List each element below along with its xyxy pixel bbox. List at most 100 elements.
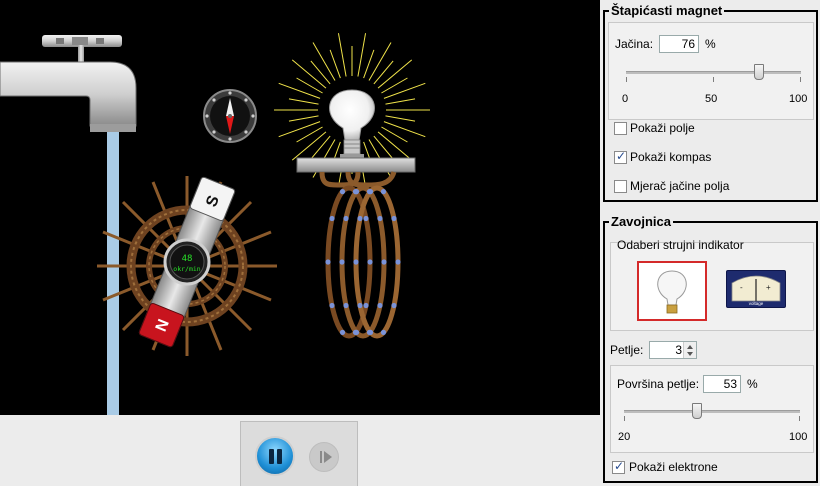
- show-field-checkbox[interactable]: [614, 122, 627, 135]
- simulation-canvas[interactable]: S N 48 okr/min: [0, 0, 600, 415]
- light-ray: [291, 131, 327, 161]
- show-compass-label: Pokaži kompas: [630, 150, 712, 164]
- show-compass-checkbox[interactable]: [614, 149, 627, 164]
- electron: [339, 189, 346, 195]
- electron: [380, 189, 387, 195]
- electron: [377, 302, 383, 309]
- strength-box: Jačina: 76 % 0 50 100: [608, 22, 814, 120]
- field-meter-label: Mjerač jačine polja: [630, 179, 730, 193]
- area-label: Površina petlje:: [617, 377, 700, 391]
- strength-slider-track[interactable]: [626, 71, 801, 74]
- light-ray: [383, 121, 426, 138]
- coil-group: Zavojnica Odaberi strujni indikator - + …: [603, 214, 818, 483]
- light-ray: [312, 42, 336, 81]
- electron: [380, 329, 387, 335]
- pause-button[interactable]: [255, 436, 295, 476]
- light-ray: [385, 115, 416, 122]
- light-ray: [288, 98, 319, 105]
- area-box: Površina petlje: 53 % 20 100: [610, 365, 814, 453]
- area-max-label: 100: [789, 431, 808, 443]
- loops-value: 3: [675, 343, 682, 357]
- light-ray: [368, 42, 392, 81]
- strength-max-label: 100: [789, 93, 808, 105]
- loops-spinner[interactable]: 3: [649, 341, 697, 359]
- light-ray: [357, 33, 367, 77]
- electron: [339, 259, 345, 265]
- light-ray: [373, 60, 394, 85]
- light-ray: [377, 131, 413, 161]
- voltmeter-plus: +: [766, 283, 771, 292]
- electron: [339, 329, 346, 335]
- area-slider-thumb[interactable]: [691, 403, 702, 419]
- spinner-down-icon[interactable]: [687, 352, 693, 356]
- light-bulb: [329, 89, 375, 159]
- coil[interactable]: [319, 171, 401, 339]
- electron: [343, 215, 349, 222]
- electron: [367, 259, 373, 265]
- voltmeter-icon: - + voltage: [731, 275, 781, 306]
- voltmeter-indicator-button[interactable]: - + voltage: [726, 270, 786, 308]
- spinner-up-icon[interactable]: [687, 345, 693, 349]
- strength-label: Jačina:: [615, 37, 654, 51]
- rpm-readout: 48 okr/min: [163, 238, 211, 286]
- electron: [357, 215, 363, 222]
- electron: [329, 302, 335, 309]
- electron: [357, 302, 363, 309]
- control-panel: Štapićasti magnet Jačina: 76 % 0 50 100 …: [600, 0, 820, 485]
- electron: [353, 329, 360, 335]
- strength-min-label: 0: [622, 93, 629, 105]
- electron: [329, 215, 335, 222]
- coil-title: Zavojnica: [609, 214, 673, 229]
- electron: [395, 259, 401, 265]
- loops-label: Petlje:: [610, 343, 644, 357]
- bar-magnet-title: Štapićasti magnet: [609, 3, 725, 18]
- light-ray: [377, 59, 413, 89]
- area-slider-track[interactable]: [624, 410, 800, 413]
- electron: [377, 215, 383, 222]
- show-electrons-checkbox[interactable]: [612, 459, 625, 474]
- electron: [391, 302, 397, 309]
- indicator-box: Odaberi strujni indikator - + voltage: [610, 238, 814, 331]
- scene: S N 48 okr/min: [0, 33, 430, 415]
- electron: [367, 189, 374, 195]
- playback-controls: [240, 421, 358, 486]
- voltmeter-caption: voltage: [749, 301, 764, 306]
- step-button[interactable]: [309, 442, 339, 472]
- bar-magnet-group: Štapićasti magnet Jačina: 76 % 0 50 100 …: [603, 3, 818, 202]
- electron: [343, 302, 349, 309]
- area-input[interactable]: 53: [703, 375, 741, 393]
- electron: [367, 329, 374, 335]
- compass[interactable]: [203, 89, 257, 143]
- electron: [353, 259, 359, 265]
- area-unit: %: [747, 377, 758, 391]
- light-ray: [291, 59, 327, 89]
- faucet[interactable]: [0, 35, 137, 415]
- strength-mid-label: 50: [705, 93, 718, 105]
- light-ray: [337, 33, 347, 77]
- field-meter-checkbox[interactable]: [614, 180, 627, 193]
- voltmeter-minus: -: [740, 283, 743, 292]
- loops-spinner-arrows[interactable]: [683, 342, 696, 358]
- rpm-value: 48: [182, 254, 193, 264]
- light-ray: [278, 121, 321, 138]
- coil-plate: [296, 157, 416, 173]
- electron: [325, 259, 331, 265]
- strength-input[interactable]: 76: [659, 35, 699, 53]
- area-min-label: 20: [618, 431, 631, 443]
- bulb-icon: [657, 270, 687, 314]
- electron: [353, 189, 360, 195]
- light-ray: [310, 60, 331, 85]
- light-ray: [278, 82, 321, 99]
- light-ray: [385, 98, 416, 105]
- electron: [391, 215, 397, 222]
- electron: [363, 215, 369, 222]
- light-ray: [310, 135, 331, 160]
- strength-unit: %: [705, 37, 716, 51]
- bulb-indicator-button[interactable]: [637, 261, 707, 321]
- indicator-label: Odaberi strujni indikator: [617, 238, 744, 252]
- strength-slider-thumb[interactable]: [754, 64, 764, 80]
- show-field-label: Pokaži polje: [630, 121, 695, 135]
- electron: [363, 302, 369, 309]
- electron: [381, 259, 387, 265]
- light-ray: [288, 115, 319, 122]
